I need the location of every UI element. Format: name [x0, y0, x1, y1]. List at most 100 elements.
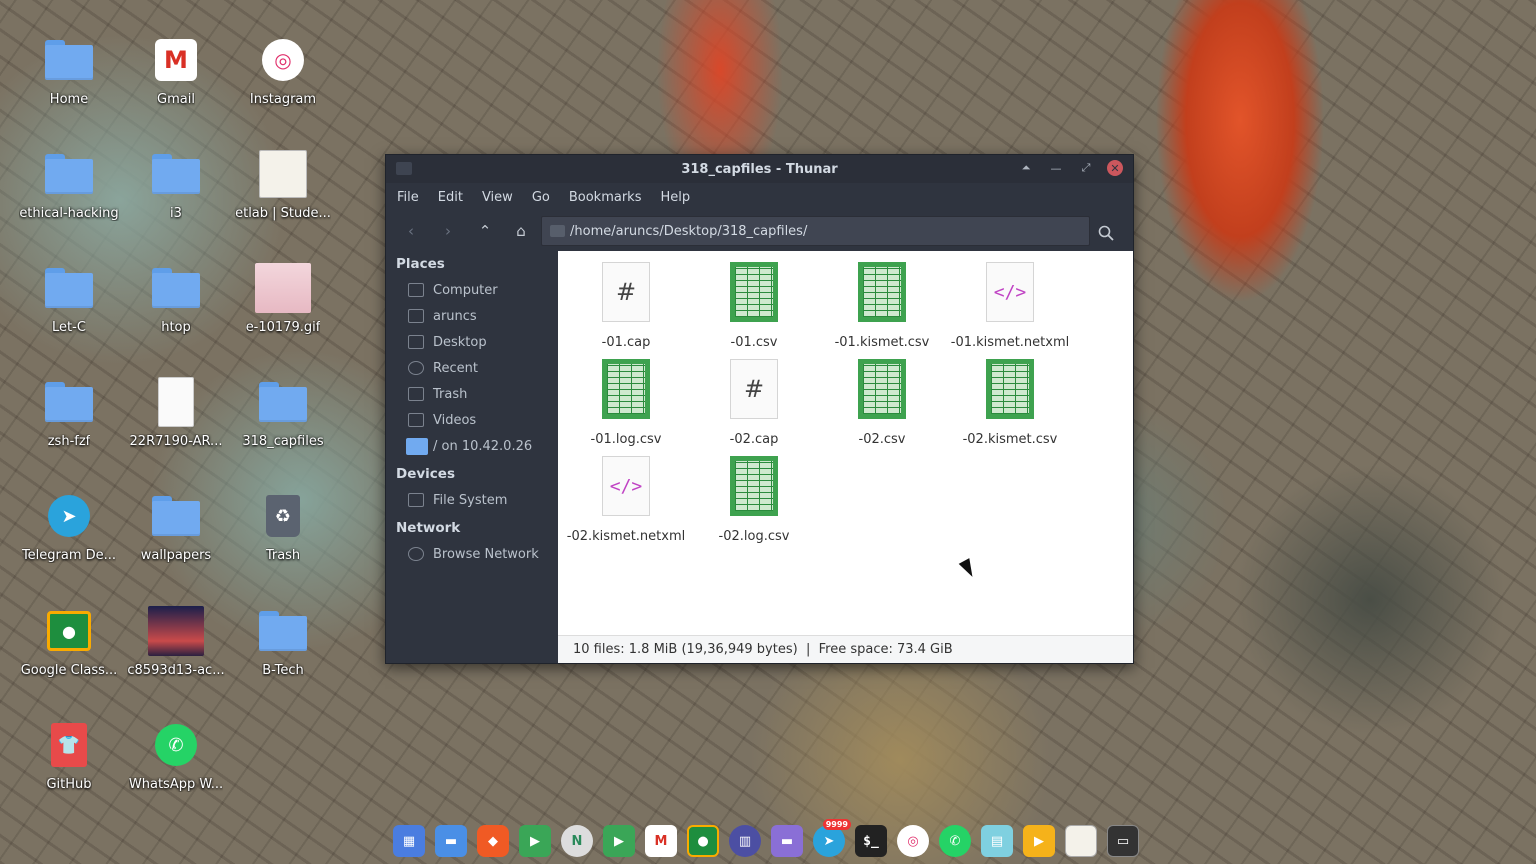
sidebar-item-computer[interactable]: Computer [386, 277, 558, 303]
instagram-icon[interactable]: ◎ [897, 825, 929, 857]
desktop-icon-label: c8593d13-ac... [127, 663, 225, 678]
menu-bookmarks[interactable]: Bookmarks [569, 190, 650, 205]
sidebar-item-trash[interactable]: Trash [386, 381, 558, 407]
trash-icon: ♻ [266, 495, 300, 537]
instagram-icon: ◎ [262, 39, 304, 81]
file-name: -01.csv [730, 335, 778, 350]
telegram-icon[interactable]: ➤ 9999 [813, 819, 851, 857]
maximize-button[interactable]: ⤢ [1077, 159, 1095, 177]
file-name: -01.kismet.csv [834, 335, 930, 350]
folder-icon [259, 382, 307, 422]
menu-file[interactable]: File [397, 190, 427, 205]
desktop-icon-htop[interactable]: htop [124, 240, 228, 340]
search-button[interactable] [1091, 218, 1121, 248]
desktop-icon-trash[interactable]: ♻ Trash [231, 468, 335, 568]
file-item[interactable]: -01.kismet.csv [818, 257, 946, 354]
desktop-icon-label: etlab | Stude... [235, 206, 331, 221]
gmail-icon: M [155, 39, 197, 81]
desktop-icon-telegram[interactable]: ➤ Telegram De... [17, 468, 121, 568]
sidebar-item-label: / on 10.42.0.26 [433, 438, 533, 454]
whatsapp-icon[interactable]: ✆ [939, 825, 971, 857]
spreadsheet-file-icon [986, 359, 1034, 419]
sidebar-item-label: Recent [433, 360, 478, 376]
desktop-icon-label: Google Class... [20, 663, 118, 678]
desktop-icon-instagram[interactable]: ◎ Instagram [231, 12, 335, 112]
slides-player-icon[interactable]: ▶ [1023, 825, 1055, 857]
file-item[interactable]: -02.csv [818, 354, 946, 451]
video-editor-icon[interactable]: ▤ [981, 825, 1013, 857]
desktop-icon-etlab[interactable]: etlab | Stude... [231, 126, 335, 226]
desktop-icon-zsh-fzf[interactable]: zsh-fzf [17, 354, 121, 454]
file-item[interactable]: -02.kismet.csv [946, 354, 1074, 451]
file-item[interactable]: -01.csv [690, 257, 818, 354]
desktop-icon-label: wallpapers [140, 548, 212, 563]
devices-header: Devices [396, 466, 455, 482]
notes-app-icon[interactable]: N [561, 825, 593, 857]
thunar-window: 318_capfiles - Thunar ⏶ — ⤢ ✕ File Edit … [385, 154, 1134, 664]
desktop-icon-google-classroom[interactable]: ● Google Class... [17, 583, 121, 683]
files-icon[interactable]: ▬ [435, 825, 467, 857]
sidebar-item-videos[interactable]: Videos [386, 407, 558, 433]
desktop-icon-ethical-hacking[interactable]: ethical-hacking [17, 126, 121, 226]
file-item[interactable]: # -02.cap [690, 354, 818, 451]
desktop-icon-i3[interactable]: i3 [124, 126, 228, 226]
sidebar-item-desktop[interactable]: Desktop [386, 329, 558, 355]
sidebar-item-network-share[interactable]: / on 10.42.0.26 [386, 433, 558, 459]
brave-browser-icon[interactable]: ◆ [477, 825, 509, 857]
menu-go[interactable]: Go [532, 190, 558, 205]
media-player-alt-icon[interactable]: ▶ [603, 825, 635, 857]
home-button[interactable]: ⌂ [506, 216, 536, 246]
file-item[interactable]: </> -01.kismet.netxml [946, 257, 1074, 354]
menu-help[interactable]: Help [660, 190, 698, 205]
spreadsheet-file-icon [730, 456, 778, 516]
file-item[interactable]: -01.log.csv [562, 354, 690, 451]
minimize-button[interactable]: — [1047, 159, 1065, 177]
forward-button[interactable]: › [433, 216, 463, 246]
file-item[interactable]: </> -02.kismet.netxml [562, 451, 690, 548]
desktop-icon-image[interactable]: c8593d13-ac... [124, 583, 228, 683]
file-item[interactable]: # -01.cap [562, 257, 690, 354]
shade-button[interactable]: ⏶ [1017, 159, 1035, 177]
file-view[interactable]: # -01.cap -01.csv -01.kismet.csv </> -01… [558, 251, 1133, 635]
parent-folder-button[interactable]: ⌃ [470, 216, 500, 246]
close-button[interactable]: ✕ [1107, 160, 1123, 176]
desktop-icon-home[interactable]: Home [17, 12, 121, 112]
desktop-icon-b-tech[interactable]: B-Tech [231, 583, 335, 683]
desktop-icon-gmail[interactable]: M Gmail [124, 12, 228, 112]
sidebar-item-file-system[interactable]: File System [386, 487, 558, 513]
folder-icon[interactable]: ▬ [771, 825, 803, 857]
home-icon [408, 309, 424, 323]
sidebar-item-label: Trash [433, 386, 468, 402]
desktop-icon-318-capfiles[interactable]: 318_capfiles [231, 354, 335, 454]
desktop-icon-wallpapers[interactable]: wallpapers [124, 468, 228, 568]
desktop-icon-label: i3 [170, 206, 182, 221]
desktop-icon-gif[interactable]: e-10179.gif [231, 240, 335, 340]
menu-edit[interactable]: Edit [438, 190, 471, 205]
media-player-icon[interactable]: ▶ [519, 825, 551, 857]
app-launcher-icon[interactable]: ▦ [393, 825, 425, 857]
desktop-icon-let-c[interactable]: Let-C [17, 240, 121, 340]
etlab-logo-icon[interactable] [1065, 825, 1097, 857]
file-item[interactable]: -02.log.csv [690, 451, 818, 548]
back-button[interactable]: ‹ [396, 216, 426, 246]
location-bar[interactable]: /home/aruncs/Desktop/318_capfiles/ [541, 216, 1090, 246]
places-header: Places [396, 256, 445, 272]
terminal-icon[interactable]: $_ [855, 825, 887, 857]
menu-view[interactable]: View [482, 190, 521, 205]
gmail-icon[interactable]: M [645, 825, 677, 857]
desktop-icon-github[interactable]: 👕 GitHub [17, 697, 121, 797]
dock: ▦ ▬ ◆ ▶ N ▶ M ● ▥ ▬ ➤ 9999 $_ ◎ ✆ ▤ ▶ ▭ [393, 819, 1139, 860]
sidebar-item-browse-network[interactable]: Browse Network [386, 541, 558, 567]
screenshot-tool-icon[interactable]: ▭ [1107, 825, 1139, 857]
sidebar-item-aruncs[interactable]: aruncs [386, 303, 558, 329]
title-bar[interactable]: 318_capfiles - Thunar ⏶ — ⤢ ✕ [386, 155, 1133, 183]
desktop-icon-label: Trash [265, 548, 301, 563]
google-classroom-icon[interactable]: ● [687, 825, 719, 857]
gif-thumbnail-icon [255, 263, 311, 313]
toolbar: ‹ › ⌃ ⌂ /home/aruncs/Desktop/318_capfile… [386, 211, 1133, 251]
barcode-app-icon[interactable]: ▥ [729, 825, 761, 857]
desktop-icon-whatsapp[interactable]: ✆ WhatsApp W... [124, 697, 228, 797]
desktop-icon-document[interactable]: 22R7190-AR... [124, 354, 228, 454]
sidebar-item-recent[interactable]: Recent [386, 355, 558, 381]
network-header: Network [396, 520, 461, 536]
